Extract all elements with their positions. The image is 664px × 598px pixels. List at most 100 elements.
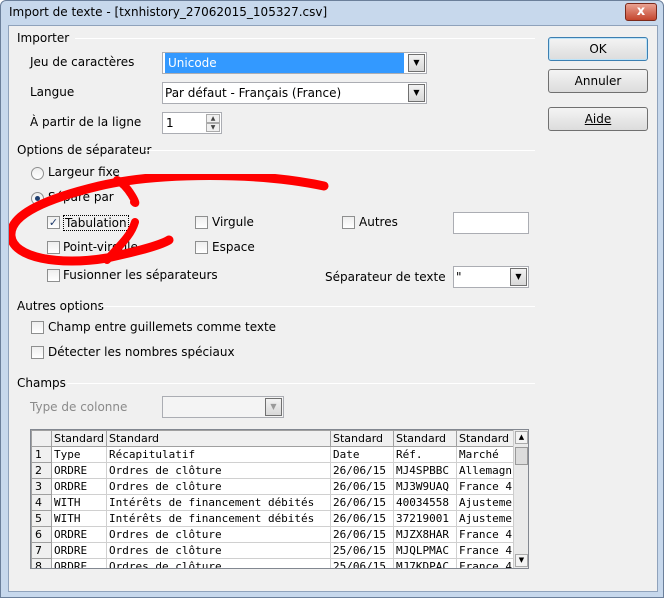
separator-section-label: Options de séparateur bbox=[17, 143, 152, 157]
help-label: Aide bbox=[584, 112, 612, 126]
table-cell: Intérêts de financement débités bbox=[106, 494, 331, 511]
table-cell: France 4 bbox=[456, 558, 517, 568]
table-cell: Allemagn bbox=[456, 462, 517, 479]
table-cell: 25/06/15 bbox=[330, 558, 394, 568]
column-header[interactable]: Standard bbox=[106, 430, 331, 447]
charset-label: Jeu de caractères bbox=[30, 55, 135, 69]
table-cell: 26/06/15 bbox=[330, 478, 394, 495]
charset-select[interactable]: Unicode ▼ bbox=[162, 52, 427, 74]
row-number[interactable]: 2 bbox=[31, 462, 52, 479]
merge-separators-label[interactable]: Fusionner les séparateurs bbox=[63, 268, 218, 282]
table-cell: 26/06/15 bbox=[330, 510, 394, 527]
spin-down-icon[interactable]: ▼ bbox=[206, 123, 220, 132]
vertical-scrollbar[interactable]: ▲ ▼ bbox=[513, 430, 528, 568]
fields-divider bbox=[67, 383, 535, 384]
table-cell: ORDRE bbox=[51, 462, 107, 479]
separator-divider bbox=[145, 150, 535, 151]
table-row: 2 ORDRE Ordres de clôture 26/06/15 MJ4SP… bbox=[31, 462, 517, 479]
row-number[interactable]: 5 bbox=[31, 510, 52, 527]
other-options-section-label: Autres options bbox=[17, 299, 104, 313]
table-row: 5 WITH Intérêts de financement débités 2… bbox=[31, 510, 517, 527]
language-select[interactable]: Par défaut - Français (France) ▼ bbox=[162, 82, 427, 104]
table-cell: MJ4SPBBC bbox=[393, 462, 457, 479]
space-checkbox[interactable] bbox=[195, 241, 208, 254]
other-checkbox[interactable] bbox=[342, 216, 355, 229]
scroll-thumb[interactable] bbox=[515, 447, 528, 465]
ok-button[interactable]: OK bbox=[548, 37, 648, 61]
separated-by-radio[interactable] bbox=[31, 192, 44, 205]
row-number[interactable]: 8 bbox=[31, 558, 52, 568]
table-cell: ORDRE bbox=[51, 478, 107, 495]
table-cell: 26/06/15 bbox=[330, 462, 394, 479]
semicolon-checkbox[interactable] bbox=[47, 241, 60, 254]
grid-header-row: Standard Standard Standard Standard Stan… bbox=[31, 430, 517, 447]
semicolon-label[interactable]: Point-virgule bbox=[63, 240, 138, 254]
table-cell: Réf. bbox=[393, 446, 457, 463]
quoted-as-text-checkbox[interactable] bbox=[31, 321, 44, 334]
close-button[interactable]: x bbox=[625, 3, 657, 21]
table-row: 1 Type Récapitulatif Date Réf. Marché bbox=[31, 446, 517, 463]
table-cell: Récapitulatif bbox=[106, 446, 331, 463]
table-cell: Date bbox=[330, 446, 394, 463]
merge-separators-checkbox[interactable] bbox=[47, 269, 60, 282]
from-line-spinner[interactable]: 1 ▲ ▼ bbox=[162, 112, 222, 134]
tab-label[interactable]: Tabulation bbox=[63, 215, 129, 231]
table-cell: 37219001 bbox=[393, 510, 457, 527]
chevron-down-icon[interactable]: ▼ bbox=[408, 84, 425, 102]
separated-by-label[interactable]: Séparé par bbox=[48, 190, 114, 204]
detect-special-numbers-label[interactable]: Détecter les nombres spéciaux bbox=[48, 345, 235, 359]
row-number[interactable]: 3 bbox=[31, 478, 52, 495]
text-separator-select[interactable]: " ▼ bbox=[453, 266, 529, 288]
table-cell: France 4 bbox=[456, 526, 517, 543]
language-label: Langue bbox=[30, 85, 75, 99]
scroll-down-icon[interactable]: ▼ bbox=[515, 554, 528, 567]
chevron-down-icon[interactable]: ▼ bbox=[265, 398, 282, 416]
text-separator-value: " bbox=[456, 270, 462, 284]
preview-grid[interactable]: Standard Standard Standard Standard Stan… bbox=[30, 429, 529, 569]
column-header[interactable]: Standard bbox=[456, 430, 517, 447]
help-button[interactable]: Aide bbox=[548, 107, 648, 131]
column-header[interactable]: Standard bbox=[330, 430, 394, 447]
table-cell: MJ3W9UAQ bbox=[393, 478, 457, 495]
column-header[interactable]: Standard bbox=[51, 430, 107, 447]
comma-checkbox[interactable] bbox=[195, 216, 208, 229]
table-cell: MJQLPMAC bbox=[393, 542, 457, 559]
fixed-width-radio[interactable] bbox=[31, 167, 44, 180]
other-separator-input[interactable] bbox=[453, 212, 529, 234]
red-annotation-arrow bbox=[9, 174, 329, 266]
row-number[interactable]: 4 bbox=[31, 494, 52, 511]
chevron-down-icon[interactable]: ▼ bbox=[408, 54, 425, 72]
text-separator-label: Séparateur de texte bbox=[325, 270, 446, 284]
import-dialog-window: Import de texte - [txnhistory_27062015_1… bbox=[0, 0, 664, 598]
row-number[interactable]: 6 bbox=[31, 526, 52, 543]
table-cell: 40034558 bbox=[393, 494, 457, 511]
importer-divider bbox=[75, 38, 535, 39]
fields-section-label: Champs bbox=[17, 376, 66, 390]
table-row: 8 ORDRE Ordres de clôture 25/06/15 MJ7KD… bbox=[31, 558, 517, 568]
table-cell: Ajusteme bbox=[456, 510, 517, 527]
column-type-select[interactable]: ▼ bbox=[162, 396, 284, 418]
table-row: 6 ORDRE Ordres de clôture 26/06/15 MJZX8… bbox=[31, 526, 517, 543]
chevron-down-icon[interactable]: ▼ bbox=[510, 268, 527, 286]
column-header[interactable]: Standard bbox=[393, 430, 457, 447]
quoted-as-text-label[interactable]: Champ entre guillemets comme texte bbox=[48, 320, 276, 334]
table-cell: MJ7KDPAC bbox=[393, 558, 457, 568]
row-number[interactable]: 7 bbox=[31, 542, 52, 559]
language-value: Par défaut - Français (France) bbox=[165, 86, 342, 100]
title-bar[interactable]: Import de texte - [txnhistory_27062015_1… bbox=[1, 1, 663, 25]
row-number[interactable]: 1 bbox=[31, 446, 52, 463]
spinner-buttons[interactable]: ▲ ▼ bbox=[206, 114, 220, 132]
tab-checkbox[interactable]: ✓ bbox=[47, 216, 60, 229]
grid-corner[interactable] bbox=[31, 430, 52, 447]
comma-label[interactable]: Virgule bbox=[212, 215, 254, 229]
cancel-button[interactable]: Annuler bbox=[548, 69, 648, 93]
spin-up-icon[interactable]: ▲ bbox=[206, 114, 220, 123]
scroll-up-icon[interactable]: ▲ bbox=[515, 431, 528, 444]
fixed-width-label[interactable]: Largeur fixe bbox=[48, 165, 120, 179]
detect-special-numbers-checkbox[interactable] bbox=[31, 346, 44, 359]
other-label[interactable]: Autres bbox=[359, 215, 398, 229]
table-cell: 26/06/15 bbox=[330, 526, 394, 543]
space-label[interactable]: Espace bbox=[212, 240, 255, 254]
table-cell: ORDRE bbox=[51, 542, 107, 559]
table-cell: Ordres de clôture bbox=[106, 478, 331, 495]
